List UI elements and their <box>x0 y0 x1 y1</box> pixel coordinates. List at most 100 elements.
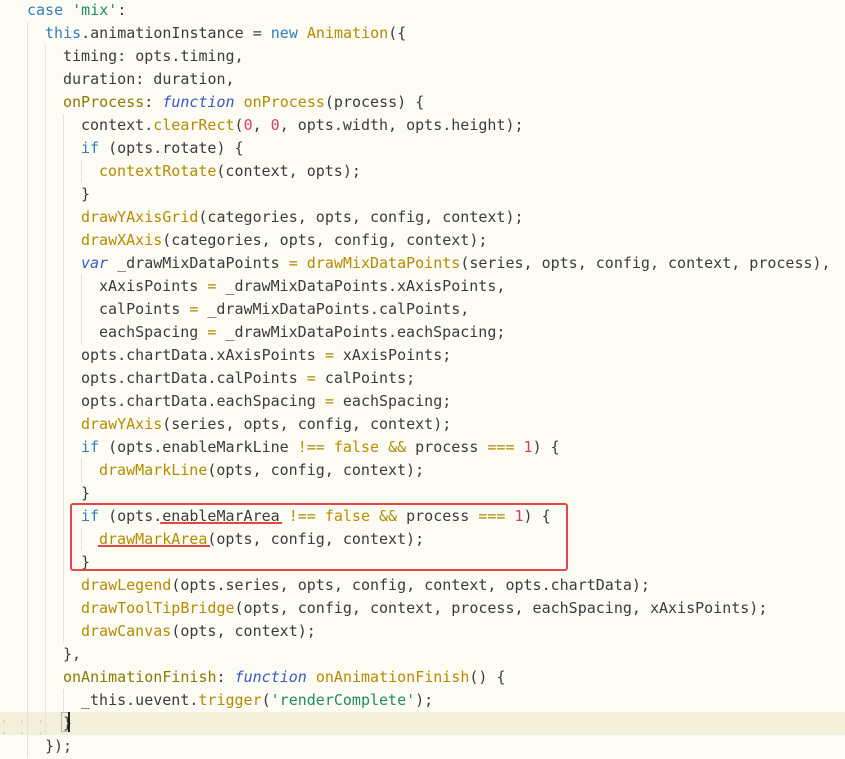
indent-guide <box>27 321 28 344</box>
code-line[interactable]: drawLegend(opts.series, opts, config, co… <box>0 574 845 597</box>
code-line[interactable]: } <box>0 482 845 505</box>
code-token: } <box>81 185 91 203</box>
code-line[interactable]: var _drawMixDataPoints = drawMixDataPoin… <box>0 252 845 275</box>
code-token: onAnimationFinish <box>63 668 217 686</box>
code-line[interactable]: opts.chartData.xAxisPoints = xAxisPoints… <box>0 344 845 367</box>
indent-guide <box>63 321 64 344</box>
code-text: xAxisPoints = _drawMixDataPoints.xAxisPo… <box>99 275 505 298</box>
indent-guide <box>81 298 82 321</box>
code-line[interactable]: }, <box>0 643 845 666</box>
indent-guide <box>45 137 46 160</box>
code-token: trigger <box>198 691 262 709</box>
whitespace-dots: · · · · · · <box>0 715 47 741</box>
code-line[interactable]: context.clearRect(0, 0, opts.width, opts… <box>0 114 845 137</box>
code-line[interactable]: onProcess: function onProcess(process) { <box>0 91 845 114</box>
indent-guide <box>63 229 64 252</box>
code-token: Animation <box>306 24 389 42</box>
code-line[interactable]: drawYAxis(series, opts, config, context)… <box>0 413 845 436</box>
indent-guide <box>45 689 46 712</box>
code-editor[interactable]: case 'mix': this.animationInstance = new … <box>0 0 845 759</box>
code-text: drawMarkLine(opts, config, context); <box>99 459 424 482</box>
code-line[interactable]: drawYAxisGrid(categories, opts, config, … <box>0 206 845 229</box>
indent-guide <box>45 436 46 459</box>
code-line[interactable]: if (opts.rotate) { <box>0 137 845 160</box>
code-line[interactable]: xAxisPoints = _drawMixDataPoints.xAxisPo… <box>0 275 845 298</box>
code-token: 1 <box>523 438 533 456</box>
code-token: function <box>234 668 307 686</box>
code-line[interactable]: this.animationInstance = new Animation({ <box>0 22 845 45</box>
code-token: clearRect <box>153 116 235 134</box>
indent-guide <box>27 413 28 436</box>
code-line[interactable]: duration: duration, <box>0 68 845 91</box>
code-line[interactable]: }); <box>0 735 845 758</box>
indent-guide <box>27 436 28 459</box>
indent-guide <box>45 482 46 505</box>
code-line[interactable]: _this.uevent.trigger('renderComplete'); <box>0 689 845 712</box>
indent-guide <box>27 68 28 91</box>
indent-guide <box>63 482 64 505</box>
code-token: .animationInstance = <box>81 24 271 42</box>
indent-guide <box>63 390 64 413</box>
indent-guide <box>27 574 28 597</box>
indent-guide <box>45 344 46 367</box>
code-token: } <box>81 484 91 502</box>
code-token: 0 <box>270 116 280 134</box>
code-line[interactable]: if (opts.enableMarkLine !== false && pro… <box>0 436 845 459</box>
code-token: _drawMixDataPoints.eachSpacing; <box>216 323 506 341</box>
code-token: calPoints <box>99 300 190 318</box>
code-token: = <box>189 300 199 318</box>
indent-guide <box>27 551 28 574</box>
indent-guide <box>45 206 46 229</box>
indent-guide <box>27 505 28 528</box>
code-line[interactable]: contextRotate(context, opts); <box>0 160 845 183</box>
code-line[interactable]: } <box>0 712 845 735</box>
indent-guide <box>63 551 64 574</box>
code-token: onAnimationFinish <box>315 668 470 686</box>
code-line[interactable]: opts.chartData.eachSpacing = eachSpacing… <box>0 390 845 413</box>
indent-guide <box>45 574 46 597</box>
code-line[interactable]: drawCanvas(opts, context); <box>0 620 845 643</box>
code-line[interactable]: timing: opts.timing, <box>0 45 845 68</box>
code-line[interactable]: drawXAxis(categories, opts, config, cont… <box>0 229 845 252</box>
code-token: calPoints; <box>315 369 416 387</box>
indent-guide <box>63 137 64 160</box>
code-text: _this.uevent.trigger('renderComplete'); <box>81 689 433 712</box>
indent-guide <box>45 183 46 206</box>
code-token: contextRotate <box>99 162 217 180</box>
indent-guide <box>45 229 46 252</box>
indent-guide <box>27 620 28 643</box>
indent-guide <box>63 505 64 528</box>
code-token: if <box>81 139 100 157</box>
code-line[interactable]: calPoints = _drawMixDataPoints.calPoints… <box>0 298 845 321</box>
code-token: ) { <box>532 438 560 456</box>
code-token: this <box>45 24 82 42</box>
code-token: duration: duration, <box>63 70 235 88</box>
indent-guide <box>27 390 28 413</box>
code-token: , opts.width, opts.height); <box>279 116 524 134</box>
code-line[interactable]: opts.chartData.calPoints = calPoints; <box>0 367 845 390</box>
indent-guide <box>45 551 46 574</box>
code-line[interactable]: } <box>0 183 845 206</box>
code-token: (categories, opts, config, context); <box>198 208 524 226</box>
code-line[interactable]: drawToolTipBridge(opts, config, context,… <box>0 597 845 620</box>
code-token: (series, opts, config, context); <box>162 415 452 433</box>
indent-guide <box>45 620 46 643</box>
code-text: calPoints = _drawMixDataPoints.calPoints… <box>99 298 469 321</box>
code-line[interactable]: case 'mix': <box>0 0 845 22</box>
code-text: drawYAxisGrid(categories, opts, config, … <box>81 206 524 229</box>
code-line[interactable]: onAnimationFinish: function onAnimationF… <box>0 666 845 689</box>
code-line[interactable]: drawMarkLine(opts, config, context); <box>0 459 845 482</box>
code-line[interactable]: eachSpacing = _drawMixDataPoints.eachSpa… <box>0 321 845 344</box>
code-token: 'renderComplete' <box>270 691 416 709</box>
indent-guide <box>63 275 64 298</box>
code-token: opts.chartData.eachSpacing <box>81 392 325 410</box>
code-token: opts.chartData.calPoints <box>81 369 307 387</box>
code-token: ({ <box>388 24 407 42</box>
indent-guide <box>45 413 46 436</box>
indent-guide <box>63 298 64 321</box>
code-text: this.animationInstance = new Animation({ <box>45 22 406 45</box>
code-text: onProcess: function onProcess(process) { <box>63 91 424 114</box>
indent-guide <box>45 45 46 68</box>
